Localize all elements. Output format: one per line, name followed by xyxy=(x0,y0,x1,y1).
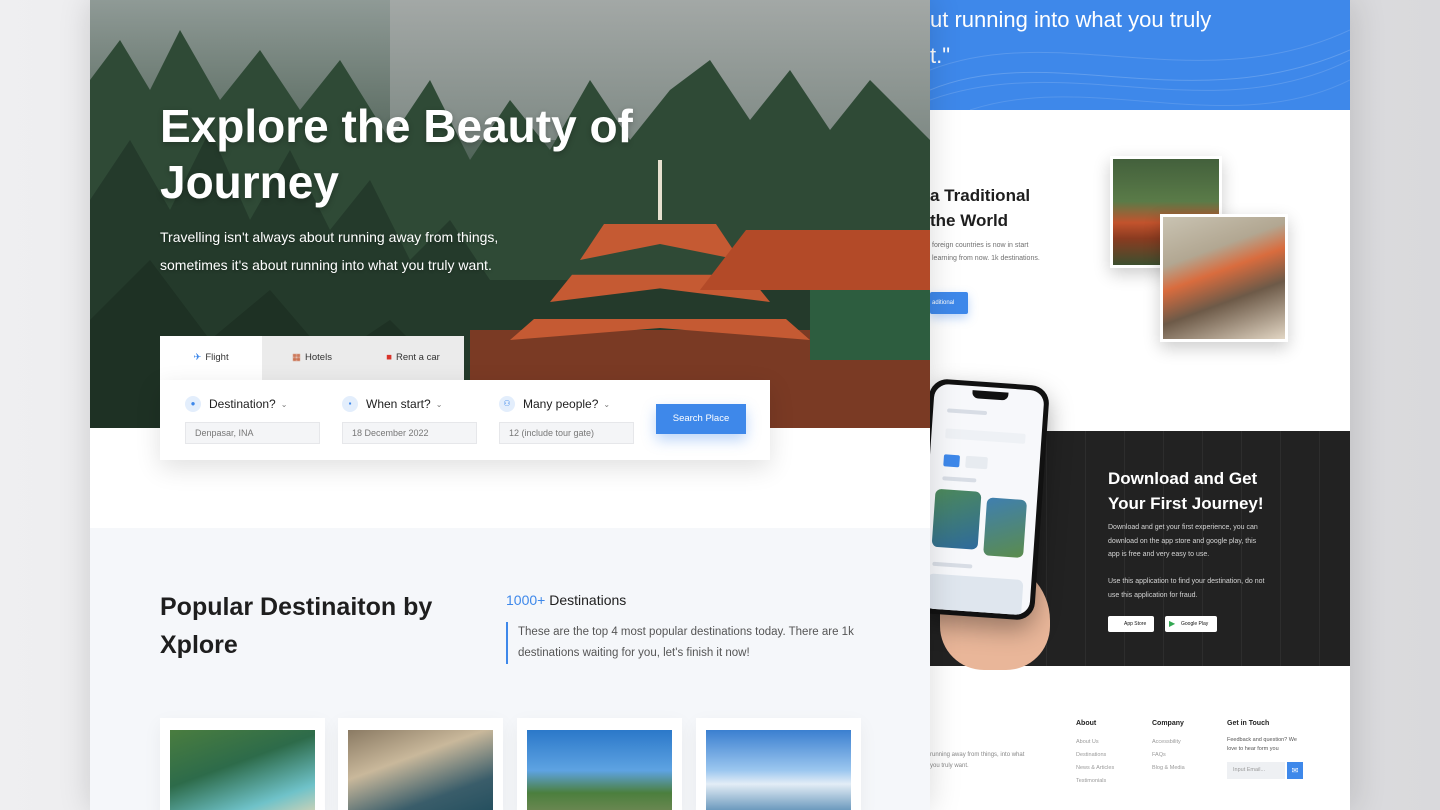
mail-icon: ✉ xyxy=(1291,766,1299,775)
calendar-icon: ▪ xyxy=(342,396,358,412)
people-field[interactable]: ⚇ Many people? ⌄ 12 (include tour gate) xyxy=(499,396,634,444)
footer-link[interactable]: Testimonials xyxy=(1076,775,1114,788)
search-place-button[interactable]: Search Place xyxy=(656,404,746,434)
footer-link[interactable]: News & Articles xyxy=(1076,762,1114,775)
start-date-label: When start? xyxy=(366,397,431,411)
destination-image xyxy=(706,730,851,810)
app-store-label: App Store xyxy=(1124,621,1147,627)
people-label: Many people? xyxy=(523,397,599,411)
destinations-count-number: 1000+ xyxy=(506,592,546,608)
footer-link[interactable]: Destinations xyxy=(1076,749,1114,762)
main-page-preview: Explore the Beauty of Journey Travelling… xyxy=(90,0,930,810)
destination-image xyxy=(527,730,672,810)
app-store-button[interactable]: App Store xyxy=(1108,616,1154,632)
destination-card[interactable] xyxy=(338,718,503,810)
traditional-button[interactable]: aditional xyxy=(930,292,968,314)
car-icon: ■ xyxy=(386,352,392,363)
tab-flight-label: Flight xyxy=(205,352,229,363)
footer-company-title: Company xyxy=(1152,720,1184,727)
tab-flight[interactable]: ✈ Flight xyxy=(160,336,262,380)
destination-card[interactable] xyxy=(696,718,861,810)
traditional-description: foreign countries is now in start learni… xyxy=(932,242,1040,262)
footer-link[interactable]: About Us xyxy=(1076,736,1114,749)
destination-label: Destination? xyxy=(209,397,276,411)
quote-banner: ut running into what you truly t." xyxy=(930,0,1350,110)
footer-link[interactable]: Accessbility xyxy=(1152,736,1185,749)
hero-title: Explore the Beauty of Journey xyxy=(160,100,633,208)
tab-rent-label: Rent a car xyxy=(395,352,440,363)
popular-description: These are the top 4 most popular destina… xyxy=(506,622,866,664)
footer-contact-title: Get in Touch xyxy=(1227,720,1270,727)
footer-link[interactable]: Blog & Media xyxy=(1152,762,1185,775)
location-pin-icon: ● xyxy=(185,396,201,412)
footer-email-input[interactable]: Input Email... xyxy=(1227,762,1285,779)
download-paragraph-1: Download and get your first experience, … xyxy=(1108,524,1258,558)
footer-contact-column: Get in Touch Feedback and question? We l… xyxy=(1227,720,1307,754)
destination-image xyxy=(170,730,315,810)
traditional-title: a Traditional the World xyxy=(930,186,1031,230)
quote-line-1: ut running into what you truly xyxy=(930,7,1212,32)
footer-about-title: About xyxy=(1076,720,1097,727)
footer-link[interactable]: FAQs xyxy=(1152,749,1185,762)
footer-contact-text: Feedback and question? We love to hear f… xyxy=(1227,737,1297,752)
hero-subtitle: Travelling isn't always about running aw… xyxy=(160,229,499,273)
tab-rent-a-car[interactable]: ■ Rent a car xyxy=(362,336,464,380)
secondary-page-preview: ut running into what you truly t." a Tra… xyxy=(930,0,1350,810)
chevron-down-icon: ⌄ xyxy=(280,399,288,409)
footer-tagline: running away from things, into what you … xyxy=(930,752,1025,769)
start-date-input[interactable]: 18 December 2022 xyxy=(342,422,477,444)
footer-about-column: About About Us Destinations News & Artic… xyxy=(1076,720,1114,788)
booking-search-card: ● Destination? ⌄ Denpasar, INA ▪ When start… xyxy=(160,380,770,460)
destination-image xyxy=(348,730,493,810)
quote-line-2: t." xyxy=(930,43,951,68)
people-icon: ⚇ xyxy=(499,396,515,412)
destinations-count-label: Destinations xyxy=(549,592,627,608)
chevron-down-icon: ⌄ xyxy=(435,399,443,409)
booking-tabs: ✈ Flight ▦ Hotels ■ Rent a car xyxy=(160,336,464,380)
destination-card[interactable] xyxy=(160,718,325,810)
download-title: Download and Get Your First Journey! xyxy=(1108,469,1264,513)
footer-email-submit-button[interactable]: ✉ xyxy=(1287,762,1303,779)
ceremony-photo xyxy=(1160,214,1288,342)
play-store-icon: ▶ xyxy=(1169,619,1176,628)
tab-hotels-label: Hotels xyxy=(305,352,332,363)
people-input[interactable]: 12 (include tour gate) xyxy=(499,422,634,444)
destination-input[interactable]: Denpasar, INA xyxy=(185,422,320,444)
footer-company-column: Company Accessbility FAQs Blog & Media xyxy=(1152,720,1185,775)
quote-text: ut running into what you truly t." xyxy=(930,2,1211,74)
chevron-down-icon: ⌄ xyxy=(603,399,611,409)
start-date-field[interactable]: ▪ When start? ⌄ 18 December 2022 xyxy=(342,396,477,444)
popular-title: Popular Destinaiton by Xplore xyxy=(160,593,433,659)
download-paragraph-2: Use this application to find your destin… xyxy=(1108,578,1265,599)
destination-field[interactable]: ● Destination? ⌄ Denpasar, INA xyxy=(185,396,320,444)
hotel-icon: ▦ xyxy=(292,352,302,363)
airplane-icon: ✈ xyxy=(193,352,202,363)
destinations-count: 1000+ Destinations xyxy=(506,592,626,608)
destination-card[interactable] xyxy=(517,718,682,810)
google-play-button[interactable]: ▶ Google Play xyxy=(1165,616,1217,632)
phone-mockup xyxy=(930,378,1051,621)
tab-hotels[interactable]: ▦ Hotels xyxy=(262,336,362,380)
apple-icon xyxy=(1112,619,1121,629)
google-play-label: Google Play xyxy=(1181,621,1209,627)
